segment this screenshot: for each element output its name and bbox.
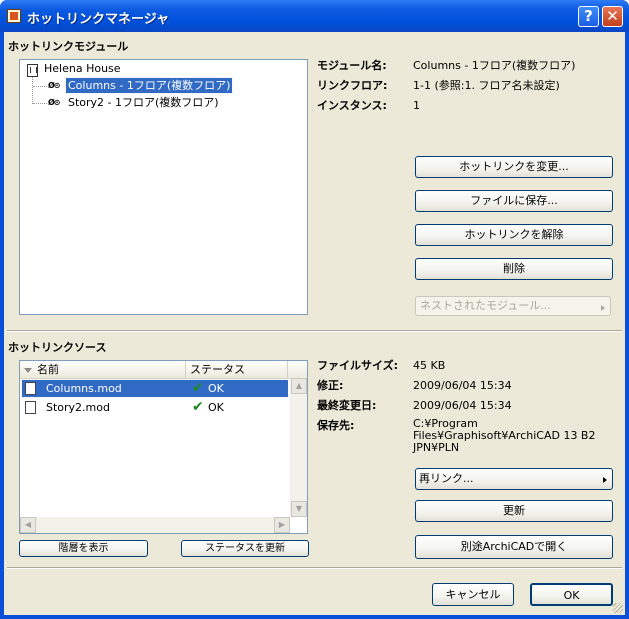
sources-section-title: ホットリンクソース [8, 341, 107, 354]
check-icon: ✔ [192, 380, 204, 396]
module-tree[interactable]: Helena House Ø⊙ Columns - 1フロア(複数フロア) Ø⊙… [19, 59, 308, 315]
table-row-columns[interactable]: Columns.mod ✔ OK [21, 379, 289, 398]
link-floor-value: 1-1 (参照:1. フロア名未設定) [413, 79, 560, 92]
tree-item-label: Helena House [44, 62, 121, 75]
instances-value: 1 [413, 99, 420, 112]
footer-divider [7, 567, 622, 569]
modified-label: 修正: [317, 379, 344, 392]
last-changed-label: 最終変更日: [317, 399, 377, 412]
tree-item-label: Columns - 1フロア(複数フロア) [64, 77, 234, 94]
last-changed-value: 2009/06/04 15:34 [413, 399, 512, 412]
cancel-button[interactable]: キャンセル [432, 583, 514, 606]
scroll-left-icon[interactable]: ◀ [20, 517, 36, 533]
vertical-scrollbar[interactable]: ▲ ▼ [290, 378, 307, 517]
window-title: ホットリンクマネージャ [27, 12, 170, 27]
module-icon: Ø⊙ [48, 81, 61, 90]
scroll-up-icon[interactable]: ▲ [291, 378, 307, 394]
submenu-arrow-icon [601, 305, 605, 311]
location-label: 保存先: [317, 419, 355, 432]
update-status-button[interactable]: ステータスを更新 [181, 540, 309, 557]
tree-item-label: Story2 - 1フロア(複数フロア) [68, 96, 219, 109]
table-row-story2[interactable]: Story2.mod ✔ OK [22, 399, 288, 416]
nested-modules-button[interactable]: ネストされたモジュール... [415, 296, 611, 316]
module-name-label: モジュール名: [317, 59, 387, 72]
file-size-value: 45 KB [413, 359, 446, 372]
section-divider [7, 330, 622, 332]
relink-label: 再リンク... [419, 472, 474, 485]
file-size-label: ファイルサイズ: [317, 359, 399, 372]
title-bar[interactable]: ホットリンクマネージャ ? ✕ [0, 0, 629, 32]
open-in-archicad-button[interactable]: 別途ArchiCADで開く [415, 535, 613, 559]
horizontal-scrollbar[interactable]: ◀ ▶ [20, 517, 290, 533]
instances-label: インスタンス: [317, 99, 387, 112]
scroll-down-icon[interactable]: ▼ [291, 501, 307, 517]
delete-button[interactable]: 削除 [415, 258, 613, 280]
column-header-name[interactable]: 名前 [20, 361, 186, 378]
column-header-status[interactable]: ステータス [186, 361, 288, 378]
change-hotlink-button[interactable]: ホットリンクを変更... [415, 156, 613, 178]
file-status: OK [208, 382, 224, 395]
nested-modules-label: ネストされたモジュール... [420, 299, 551, 312]
list-header: 名前 ステータス [20, 361, 307, 379]
scroll-right-icon[interactable]: ▶ [274, 517, 290, 533]
update-button[interactable]: 更新 [415, 500, 613, 522]
module-name-value: Columns - 1フロア(複数フロア) [413, 59, 576, 72]
file-status: OK [208, 401, 224, 414]
break-hotlink-button[interactable]: ホットリンクを解除 [415, 224, 613, 246]
relink-button[interactable]: 再リンク... [415, 468, 613, 490]
module-icon: Ø⊙ [48, 98, 61, 107]
submenu-arrow-icon [603, 477, 607, 483]
help-button[interactable]: ? [578, 6, 599, 27]
modified-value: 2009/06/04 15:34 [413, 379, 512, 392]
source-list[interactable]: 名前 ステータス Columns.mod ✔ OK Story2.mod ✔ O… [19, 360, 308, 534]
location-line-3: JPN¥PLN [413, 441, 460, 454]
save-to-file-button[interactable]: ファイルに保存... [415, 190, 613, 212]
tree-line [32, 77, 33, 104]
column-header-name-label: 名前 [37, 363, 59, 376]
ok-button[interactable]: OK [530, 583, 613, 606]
building-icon [27, 64, 38, 77]
file-icon [25, 382, 36, 395]
hotlink-manager-window: ホットリンクマネージャ ? ✕ ホットリンクモジュール Helena House… [0, 0, 629, 619]
tree-line [33, 86, 47, 87]
archicad-app-icon [7, 9, 21, 23]
sort-down-icon [24, 367, 32, 373]
modules-section-title: ホットリンクモジュール [8, 40, 129, 53]
file-icon [25, 401, 36, 414]
tree-line [33, 103, 47, 104]
resize-grip-icon[interactable] [613, 603, 623, 613]
file-name: Columns.mod [46, 382, 122, 395]
dialog-body: ホットリンクモジュール Helena House Ø⊙ Columns - 1フ… [4, 32, 625, 615]
link-floor-label: リンクフロア: [317, 79, 388, 92]
show-hierarchy-button[interactable]: 階層を表示 [19, 540, 148, 557]
file-name: Story2.mod [46, 401, 110, 414]
check-icon: ✔ [192, 399, 204, 415]
close-button[interactable]: ✕ [602, 6, 623, 27]
